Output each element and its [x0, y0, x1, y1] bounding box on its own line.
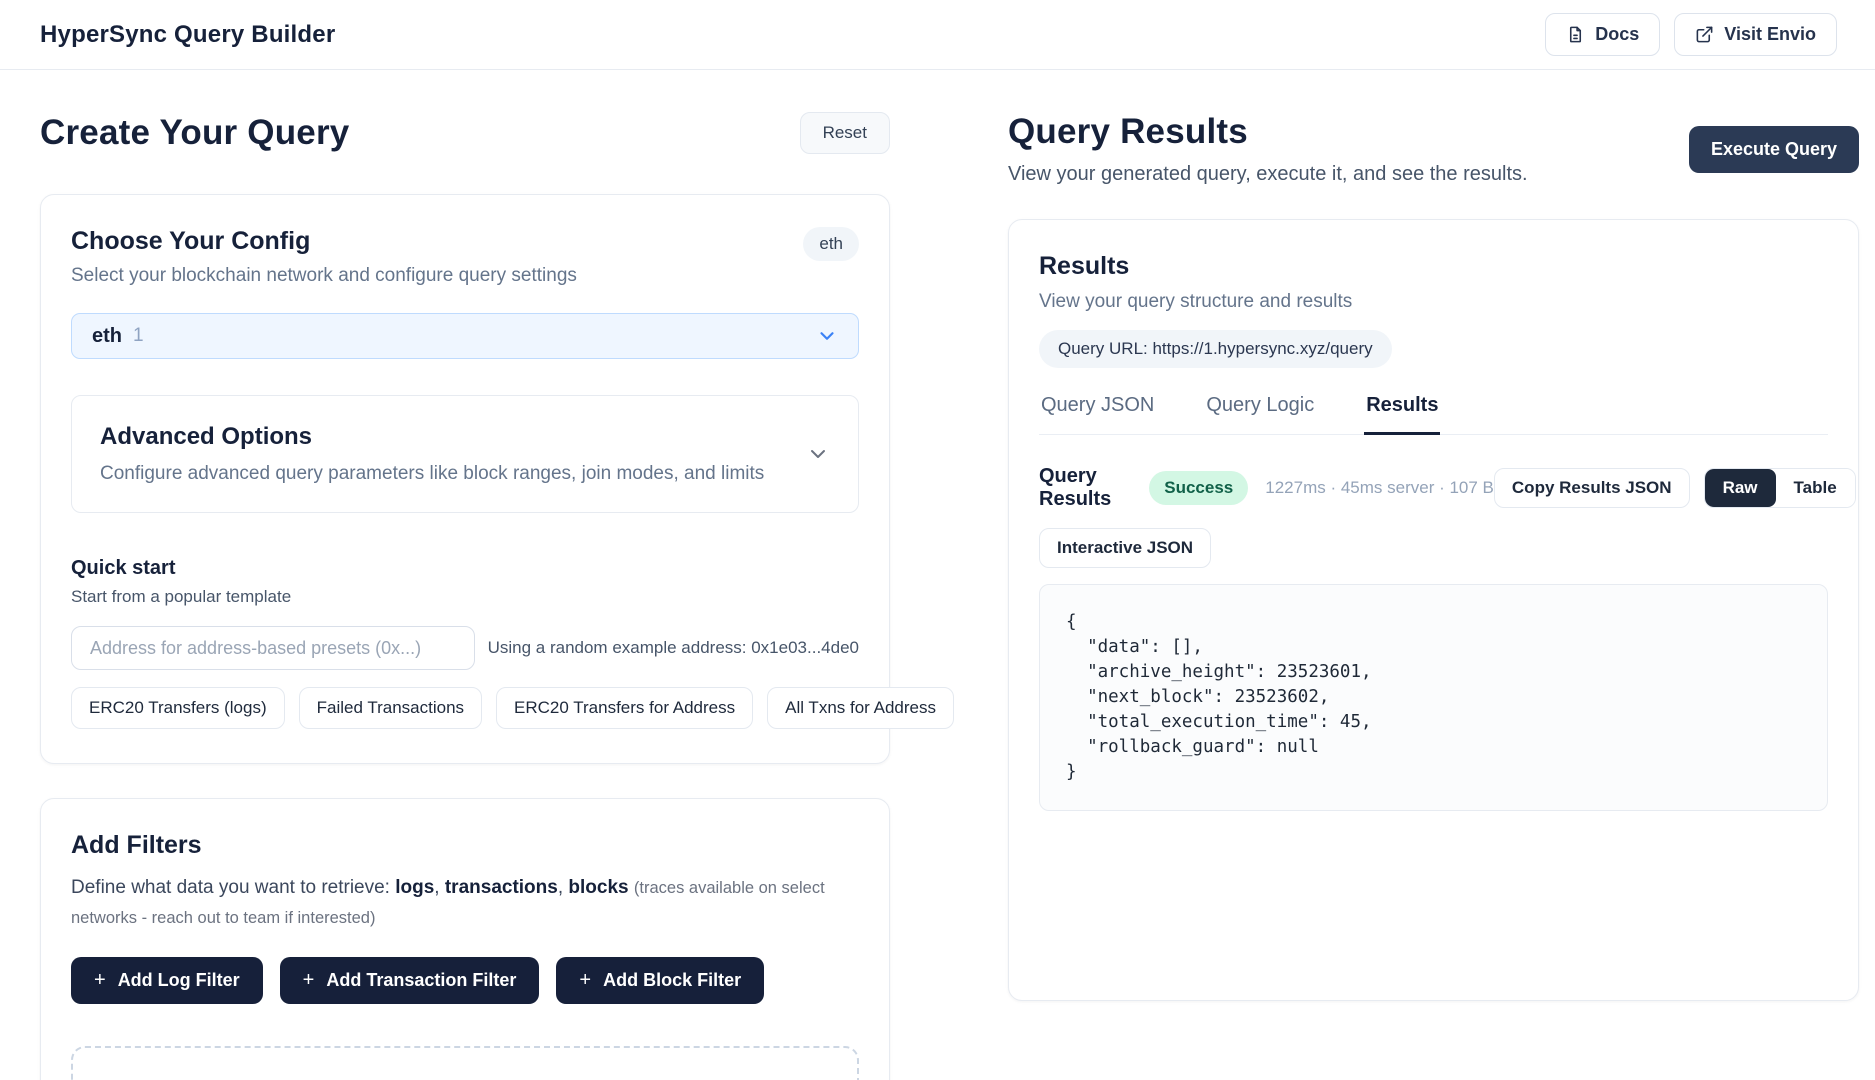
address-hint: Using a random example address: 0x1e03..… [488, 638, 859, 658]
filters-description-part: transactions [445, 877, 558, 898]
create-query-title: Create Your Query [40, 113, 349, 153]
network-dropdown-value: eth [92, 325, 122, 348]
preset-chip-row: ERC20 Transfers (logs) Failed Transaction… [71, 687, 859, 729]
app-title: HyperSync Query Builder [40, 21, 335, 49]
filters-description-part: blocks [568, 877, 628, 898]
add-filter-button-row: + Add Log Filter + Add Transaction Filter + A… [71, 957, 859, 1004]
copy-results-json-button[interactable]: Copy Results JSON [1494, 468, 1690, 508]
add-filter-button-label: Add Block Filter [603, 970, 741, 991]
query-results-subtitle: View your generated query, execute it, a… [1008, 163, 1528, 186]
preset-chip[interactable]: Failed Transactions [299, 687, 482, 729]
tab-results[interactable]: Results [1364, 394, 1440, 435]
results-panel-label: Query Results [1039, 465, 1111, 511]
network-chain-id: 1 [133, 325, 144, 347]
filters-description-part: , [434, 877, 445, 898]
results-card-title: Results [1039, 252, 1828, 281]
preset-chip[interactable]: All Txns for Address [767, 687, 954, 729]
add-filter-button-label: Add Transaction Filter [326, 970, 516, 991]
json-results-content: { "data": [], "archive_height": 23523601… [1066, 610, 1801, 785]
interactive-json-button[interactable]: Interactive JSON [1039, 528, 1211, 568]
query-results-title: Query Results [1008, 112, 1528, 152]
chevron-down-icon [806, 442, 830, 466]
filters-description-part: logs [395, 877, 434, 898]
plus-icon: + [579, 970, 591, 990]
header-actions: Docs Visit Envio [1545, 13, 1837, 56]
filters-description: Define what data you want to retrieve: l… [71, 873, 859, 934]
preset-chip[interactable]: ERC20 Transfers for Address [496, 687, 753, 729]
results-card: Results View your query structure and re… [1008, 219, 1859, 1001]
query-results-column: Query Results View your generated query,… [1008, 112, 1859, 1080]
filters-description-part: , [558, 877, 569, 898]
advanced-options-title: Advanced Options [100, 423, 764, 451]
network-dropdown[interactable]: eth 1 [71, 313, 859, 359]
docs-button[interactable]: Docs [1545, 13, 1660, 56]
app-header: HyperSync Query Builder Docs Visit Envio [0, 0, 1875, 70]
document-icon [1566, 25, 1585, 44]
query-builder-column: Create Your Query Reset Choose Your Conf… [40, 112, 890, 1080]
add-filter-button[interactable]: + Add Block Filter [556, 957, 764, 1004]
filters-card: Add Filters Define what data you want to… [40, 798, 890, 1080]
external-link-icon [1695, 25, 1714, 44]
quick-start-subtitle: Start from a popular template [71, 587, 859, 607]
view-toggle: RawTable [1704, 468, 1856, 508]
network-badge: eth [803, 227, 859, 261]
plus-icon: + [303, 970, 315, 990]
status-badge: Success [1149, 471, 1248, 505]
advanced-options-subtitle: Configure advanced query parameters like… [100, 463, 764, 485]
docs-button-label: Docs [1595, 24, 1639, 45]
filters-empty-state: No filters added yet [71, 1046, 859, 1080]
config-card-title: Choose Your Config [71, 227, 577, 256]
visit-envio-button-label: Visit Envio [1724, 24, 1816, 45]
query-stats: 1227ms · 45ms server · 107 B [1265, 478, 1494, 498]
tab-query-logic[interactable]: Query Logic [1204, 394, 1316, 435]
config-card-subtitle: Select your blockchain network and confi… [71, 265, 577, 287]
execute-query-button[interactable]: Execute Query [1689, 126, 1859, 173]
chevron-down-icon [816, 325, 838, 347]
tab-query-json[interactable]: Query JSON [1039, 394, 1156, 435]
config-card: Choose Your Config Select your blockchai… [40, 194, 890, 764]
preset-chip[interactable]: ERC20 Transfers (logs) [71, 687, 285, 729]
view-toggle-table[interactable]: Table [1776, 469, 1855, 507]
quick-start-title: Quick start [71, 557, 859, 580]
query-url-badge: Query URL: https://1.hypersync.xyz/query [1039, 330, 1392, 368]
results-card-subtitle: View your query structure and results [1039, 291, 1828, 313]
advanced-options-toggle[interactable]: Advanced Options Configure advanced quer… [71, 395, 859, 513]
json-results-box: { "data": [], "archive_height": 23523601… [1039, 584, 1828, 811]
results-panel: Query Results Success 1227ms · 45ms serv… [1009, 435, 1858, 811]
add-filter-button[interactable]: + Add Log Filter [71, 957, 263, 1004]
add-filter-button-label: Add Log Filter [118, 970, 240, 991]
view-toggle-raw[interactable]: Raw [1705, 469, 1776, 507]
results-tabs: Query JSON Query Logic Results [1039, 394, 1828, 435]
address-input[interactable] [71, 626, 475, 670]
filters-card-title: Add Filters [71, 831, 859, 860]
plus-icon: + [94, 970, 106, 990]
reset-button[interactable]: Reset [800, 112, 890, 154]
visit-envio-button[interactable]: Visit Envio [1674, 13, 1837, 56]
filters-description-part: Define what data you want to retrieve: [71, 877, 395, 898]
add-filter-button[interactable]: + Add Transaction Filter [280, 957, 540, 1004]
